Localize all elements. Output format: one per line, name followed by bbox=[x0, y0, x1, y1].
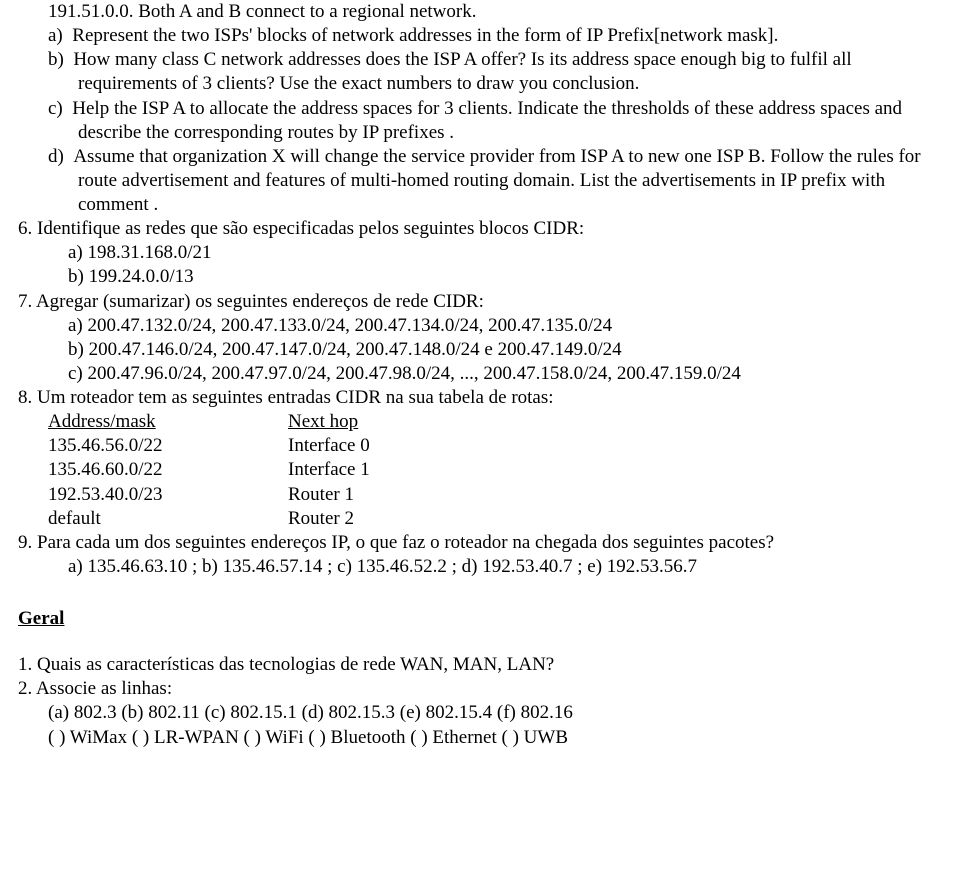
cell-next-hop: Interface 0 bbox=[288, 435, 370, 456]
cell-address: 135.46.56.0/22 bbox=[48, 434, 288, 458]
question-7-c: c) 200.47.96.0/24, 200.47.97.0/24, 200.4… bbox=[68, 362, 942, 386]
geral-q2-line2: ( ) WiMax ( ) LR-WPAN ( ) WiFi ( ) Bluet… bbox=[48, 726, 942, 750]
question-a-text: Represent the two ISPs' blocks of networ… bbox=[72, 25, 778, 46]
cell-address: default bbox=[48, 507, 288, 531]
question-c: c) Help the ISP A to allocate the addres… bbox=[78, 97, 942, 145]
geral-q2-line1: (a) 802.3 (b) 802.11 (c) 802.15.1 (d) 80… bbox=[48, 701, 942, 725]
question-d-text: Assume that organization X will change t… bbox=[73, 146, 920, 215]
question-6-a: a) 198.31.168.0/21 bbox=[68, 241, 942, 265]
question-7: 7. Agregar (sumarizar) os seguintes ende… bbox=[18, 290, 942, 314]
question-7-a: a) 200.47.132.0/24, 200.47.133.0/24, 200… bbox=[68, 314, 942, 338]
col-address-mask: Address/mask bbox=[48, 410, 288, 434]
question-a-label: a) bbox=[48, 25, 63, 46]
question-c-text: Help the ISP A to allocate the address s… bbox=[72, 98, 902, 143]
question-6: 6. Identifique as redes que são especifi… bbox=[18, 217, 942, 241]
routing-table-header: Address/maskNext hop bbox=[48, 410, 942, 434]
question-c-label: c) bbox=[48, 98, 63, 119]
geral-q1: 1. Quais as características das tecnolog… bbox=[18, 653, 942, 677]
heading-geral: Geral bbox=[18, 607, 942, 631]
cell-next-hop: Router 2 bbox=[288, 508, 354, 529]
question-8: 8. Um roteador tem as seguintes entradas… bbox=[18, 386, 942, 410]
question-9-a: a) 135.46.63.10 ; b) 135.46.57.14 ; c) 1… bbox=[68, 555, 942, 579]
routing-table-row: 135.46.60.0/22Interface 1 bbox=[48, 458, 942, 482]
cell-address: 192.53.40.0/23 bbox=[48, 483, 288, 507]
question-7-b: b) 200.47.146.0/24, 200.47.147.0/24, 200… bbox=[68, 338, 942, 362]
geral-q2: 2. Associe as linhas: bbox=[18, 677, 942, 701]
col-next-hop: Next hop bbox=[288, 410, 358, 434]
routing-table-row: 192.53.40.0/23Router 1 bbox=[48, 483, 942, 507]
question-d-label: d) bbox=[48, 146, 64, 167]
intro-line: 191.51.0.0. Both A and B connect to a re… bbox=[48, 0, 942, 24]
question-b: b) How many class C network addresses do… bbox=[78, 48, 942, 96]
question-9: 9. Para cada um dos seguintes endereços … bbox=[18, 531, 942, 555]
question-b-label: b) bbox=[48, 49, 64, 70]
cell-next-hop: Router 1 bbox=[288, 484, 354, 505]
routing-table-row: defaultRouter 2 bbox=[48, 507, 942, 531]
cell-address: 135.46.60.0/22 bbox=[48, 458, 288, 482]
question-6-b: b) 199.24.0.0/13 bbox=[68, 265, 942, 289]
routing-table-row: 135.46.56.0/22Interface 0 bbox=[48, 434, 942, 458]
cell-next-hop: Interface 1 bbox=[288, 459, 370, 480]
question-a: a) Represent the two ISPs' blocks of net… bbox=[78, 24, 942, 48]
question-d: d) Assume that organization X will chang… bbox=[78, 145, 942, 217]
question-b-text: How many class C network addresses does … bbox=[73, 49, 851, 94]
